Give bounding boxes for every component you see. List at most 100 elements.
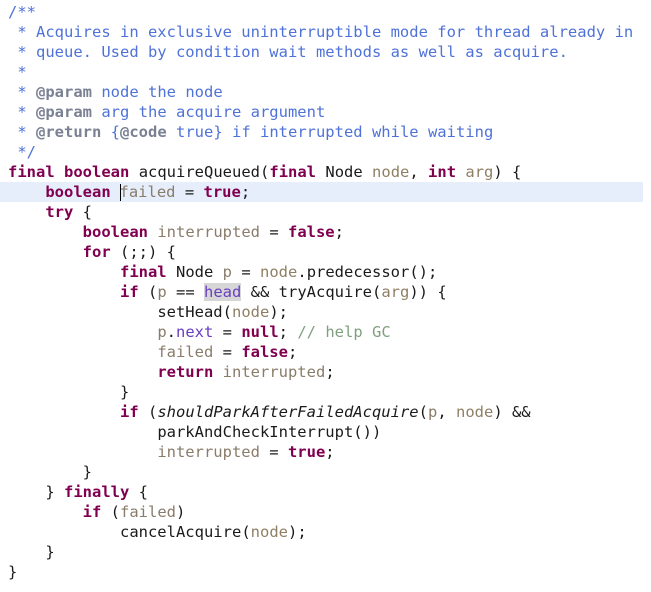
token-punctuation: ( <box>222 303 232 321</box>
token-punctuation: } <box>119 383 130 401</box>
code-line[interactable]: try { <box>0 202 651 222</box>
token-punctuation: . <box>166 323 176 341</box>
token-punctuation: ( <box>260 163 270 181</box>
code-line[interactable]: final boolean acquireQueued(final Node n… <box>0 162 651 182</box>
code-line[interactable]: if (failed) <box>0 502 651 522</box>
token-field-highlighted: head <box>204 283 242 301</box>
token-punctuation: ( <box>241 523 251 541</box>
code-line[interactable]: /** <box>0 2 651 22</box>
code-line[interactable]: final Node p = node.predecessor(); <box>0 262 651 282</box>
token-punctuation: , <box>409 163 429 181</box>
token-keyword: try <box>45 203 74 221</box>
token-method: cancelAcquire <box>119 523 242 541</box>
token-javadoc: * <box>8 83 36 101</box>
token-local-variable: p <box>157 283 167 301</box>
token-method: parkAndCheckInterrupt <box>157 423 354 441</box>
code-line-current[interactable]: boolean failed = true; <box>0 182 643 202</box>
token-punctuation: } <box>82 463 92 481</box>
token-keyword: boolean <box>64 163 130 181</box>
token-keyword: false <box>241 343 288 361</box>
token-punctuation: == <box>166 283 204 301</box>
token-punctuation: ; <box>325 443 335 461</box>
code-line[interactable]: if (p == head && tryAcquire(arg)) { <box>0 282 651 302</box>
token-punctuation: ) && <box>493 403 531 421</box>
token-punctuation: . <box>297 263 307 281</box>
code-line[interactable]: } <box>0 462 651 482</box>
token-punctuation: ; <box>287 343 298 361</box>
token-javadoc-tag: @param <box>36 83 92 101</box>
token-punctuation: ; <box>278 323 298 341</box>
code-line[interactable]: cancelAcquire(node); <box>0 522 651 542</box>
token-punctuation: = <box>232 263 261 281</box>
token-punctuation: )) { <box>409 283 447 301</box>
token-punctuation: = <box>175 183 204 201</box>
code-line[interactable]: p.next = null; // help GC <box>0 322 651 342</box>
code-line[interactable]: return interrupted; <box>0 362 651 382</box>
code-line[interactable]: boolean interrupted = false; <box>0 222 651 242</box>
token-punctuation: ( <box>418 403 428 421</box>
code-line[interactable]: } <box>0 562 651 582</box>
token-javadoc: * <box>8 123 36 141</box>
code-line[interactable]: * <box>0 62 651 82</box>
token-keyword: for <box>82 243 111 261</box>
token-keyword: final <box>8 163 55 181</box>
code-line[interactable]: setHead(node); <box>0 302 651 322</box>
token-punctuation: = <box>213 323 242 341</box>
token-parameter: arg <box>381 283 410 301</box>
code-line[interactable]: if (shouldParkAfterFailedAcquire(p, node… <box>0 402 651 422</box>
token-punctuation: , <box>437 403 456 421</box>
code-line[interactable]: * @param node the node <box>0 82 651 102</box>
token-javadoc: node the node <box>92 83 223 101</box>
token-punctuation: = <box>259 443 288 461</box>
token-javadoc-tag: @param <box>36 103 92 121</box>
token-type: Node <box>176 263 214 281</box>
token-javadoc: * Acquires in exclusive uninterruptible … <box>8 23 634 41</box>
token-keyword: null <box>241 323 279 341</box>
token-method: acquireQueued <box>138 163 261 181</box>
token-keyword: true <box>287 443 326 461</box>
code-lines-container[interactable]: /** * Acquires in exclusive uninterrupti… <box>0 0 651 582</box>
token-punctuation: ; <box>240 183 251 201</box>
code-editor[interactable]: /** * Acquires in exclusive uninterrupti… <box>0 0 651 592</box>
token-javadoc: * <box>8 63 27 81</box>
token-javadoc: /** <box>8 3 36 21</box>
token-parameter: node <box>250 523 288 541</box>
code-line[interactable]: interrupted = true; <box>0 442 651 462</box>
token-punctuation: ( <box>371 283 382 301</box>
code-line[interactable]: */ <box>0 142 651 162</box>
token-keyword: boolean <box>82 223 148 241</box>
token-javadoc: arg the acquire argument <box>92 103 326 121</box>
token-javadoc-tag: @return <box>36 123 102 141</box>
code-line[interactable]: } <box>0 542 651 562</box>
token-keyword: return <box>157 363 214 381</box>
token-parameter: node <box>455 403 494 421</box>
code-line[interactable]: } finally { <box>0 482 651 502</box>
token-punctuation: ( <box>138 283 158 301</box>
code-line[interactable]: } <box>0 382 651 402</box>
code-line[interactable]: * queue. Used by condition wait methods … <box>0 42 651 62</box>
code-line[interactable]: * Acquires in exclusive uninterruptible … <box>0 22 651 42</box>
code-line[interactable]: * @param arg the acquire argument <box>0 102 651 122</box>
code-line[interactable]: for (;;) { <box>0 242 651 262</box>
token-method-static: shouldParkAfterFailedAcquire <box>157 403 419 421</box>
token-keyword: boolean <box>45 183 111 201</box>
code-line[interactable]: failed = false; <box>0 342 651 362</box>
code-line[interactable]: parkAndCheckInterrupt()) <box>0 422 651 442</box>
token-keyword: finally <box>64 483 130 501</box>
token-local-variable: failed <box>157 343 214 361</box>
code-line[interactable]: * @return {@code true} if interrupted wh… <box>0 122 651 142</box>
token-type: Node <box>325 163 363 181</box>
token-punctuation: ); <box>287 523 307 541</box>
